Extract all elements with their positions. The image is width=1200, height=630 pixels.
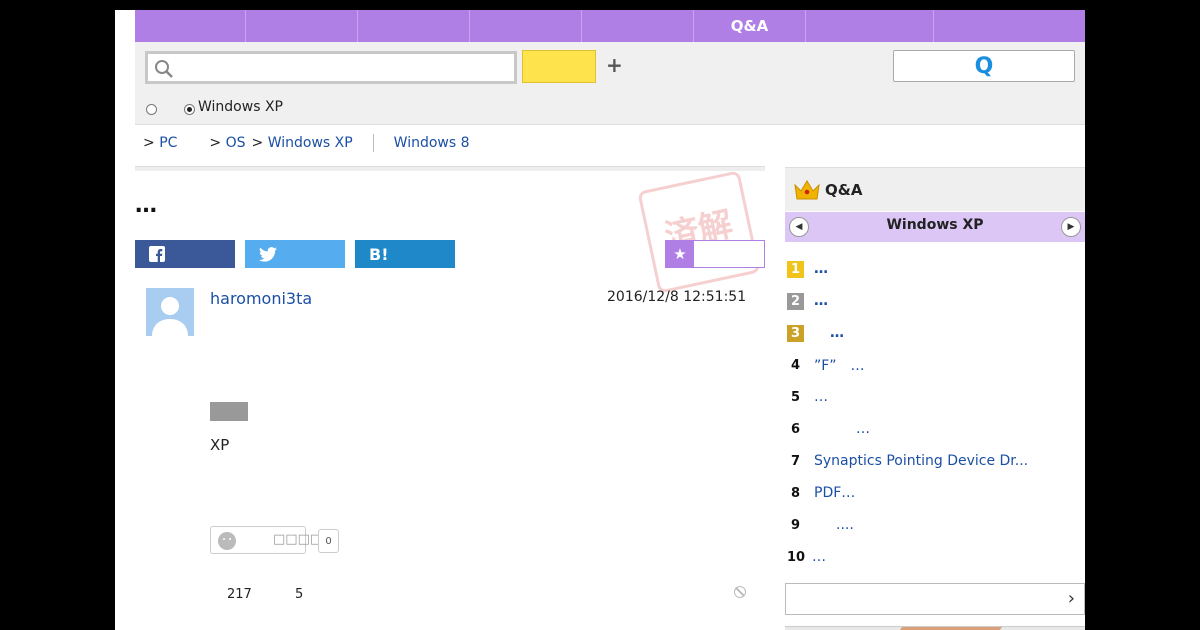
sidebar-ranking: Q&A Windows XP ◀ ▶ 1… 2… 3 … 4 ”F” … 5… 6… xyxy=(785,167,1085,630)
nav-item-qa[interactable]: Q&A xyxy=(694,10,806,42)
category-switcher: Windows XP ◀ ▶ xyxy=(785,212,1085,242)
ranking-link[interactable]: … xyxy=(812,549,826,565)
category-label: Windows XP xyxy=(886,217,984,233)
ranking-item[interactable]: 3 … xyxy=(785,321,1085,345)
facebook-share-button[interactable] xyxy=(135,240,235,268)
nav-item-3[interactable] xyxy=(358,10,470,42)
avatar[interactable] xyxy=(146,288,194,336)
breadcrumb-sep: > xyxy=(251,135,264,151)
facebook-icon xyxy=(149,246,165,262)
ranking-link[interactable]: Synaptics Pointing Device Dr... xyxy=(814,453,1028,469)
username-link[interactable]: haromoni3ta xyxy=(210,289,312,308)
search-scope-radio-winxp[interactable] xyxy=(184,104,195,115)
solved-stamp: 済解 xyxy=(637,170,761,294)
favorite-button[interactable]: ★ xyxy=(665,240,765,268)
ranking-item[interactable]: 10 … xyxy=(785,545,1085,569)
question-title: … xyxy=(135,193,157,218)
ranking-link[interactable]: … xyxy=(814,389,828,405)
breadcrumb-os[interactable]: OS xyxy=(226,135,246,151)
twitter-share-button[interactable] xyxy=(245,240,345,268)
breadcrumb: > PC > OS > Windows XP Windows 8 xyxy=(143,134,470,152)
ranking-link[interactable]: ”F” … xyxy=(814,355,865,375)
ad-banner[interactable] xyxy=(785,626,1085,630)
reaction-button[interactable]: □□□□ xyxy=(210,526,322,554)
sidebar-header: Q&A xyxy=(785,167,1085,211)
ranking-link[interactable]: … xyxy=(830,325,844,341)
chevron-right-icon: › xyxy=(1067,588,1075,609)
ranking-item[interactable]: 2… xyxy=(785,289,1085,313)
user-silhouette-icon xyxy=(152,297,188,336)
ranking-link[interactable]: PDF… xyxy=(814,485,855,501)
rank-number: 1 xyxy=(787,260,804,278)
nav-item-1[interactable] xyxy=(135,10,246,42)
reaction-label: □□□□ xyxy=(273,532,323,547)
breadcrumb-windows-xp[interactable]: Windows XP xyxy=(268,135,353,151)
prev-category-icon[interactable]: ◀ xyxy=(789,217,809,237)
nav-item-2[interactable] xyxy=(246,10,358,42)
question-body: XP xyxy=(210,436,230,454)
breadcrumb-divider xyxy=(372,134,374,152)
ranking-link[interactable]: .... xyxy=(836,517,854,533)
page: Q&A + Q Windows XP > PC > OS > Windows X… xyxy=(115,10,1085,630)
nav-item-7[interactable] xyxy=(806,10,934,42)
search-input[interactable] xyxy=(145,51,517,84)
main-divider xyxy=(135,166,765,171)
breadcrumb-sep: > xyxy=(143,135,155,151)
nav-item-4[interactable] xyxy=(470,10,582,42)
search-scope-radio-all[interactable] xyxy=(146,104,157,115)
next-category-icon[interactable]: ▶ xyxy=(1061,217,1081,237)
ranking-item[interactable]: 4 ”F” … xyxy=(785,353,1085,377)
rank-number: 9 xyxy=(790,517,801,533)
search-scope-label: Windows XP xyxy=(198,99,283,115)
reaction-count: 0 xyxy=(318,529,339,553)
question-button[interactable]: Q xyxy=(893,50,1075,82)
ranking-link[interactable]: … xyxy=(814,293,828,309)
nav-item-5[interactable] xyxy=(582,10,694,42)
ranking-item[interactable]: 7 Synaptics Pointing Device Dr... xyxy=(785,449,1085,473)
ranking-item[interactable]: 6 … xyxy=(785,417,1085,441)
more-ranking-button[interactable]: › xyxy=(785,583,1085,615)
twitter-icon xyxy=(259,246,277,262)
smiley-icon xyxy=(218,532,236,550)
rank-number: 7 xyxy=(790,453,801,469)
ranking-item[interactable]: 8 PDF… xyxy=(785,481,1085,505)
breadcrumb-pc[interactable]: PC xyxy=(159,135,177,151)
crown-icon xyxy=(794,180,820,200)
answer-count: 5 xyxy=(295,587,304,602)
search-icon xyxy=(155,60,173,78)
nav-item-8[interactable] xyxy=(934,10,1085,42)
report-icon[interactable] xyxy=(734,586,746,598)
rank-number: 5 xyxy=(790,389,801,405)
related-windows-8-link[interactable]: Windows 8 xyxy=(394,135,470,151)
hidden-content-bar xyxy=(210,402,248,421)
rank-number: 6 xyxy=(790,421,801,437)
rank-number: 10 xyxy=(786,549,806,565)
ranking-item[interactable]: 9 .... xyxy=(785,513,1085,537)
view-count: 217 xyxy=(227,587,252,602)
rank-number: 8 xyxy=(790,485,801,501)
ranking-item[interactable]: 5… xyxy=(785,385,1085,409)
star-icon: ★ xyxy=(666,241,694,267)
rank-number: 3 xyxy=(787,324,804,342)
rank-number: 2 xyxy=(787,292,804,310)
hatena-bookmark-button[interactable]: B! xyxy=(355,240,455,268)
breadcrumb-sep: > xyxy=(209,135,222,151)
sidebar-title: Q&A xyxy=(825,181,863,199)
ranking-item[interactable]: 1… xyxy=(785,257,1085,281)
search-area: + Q Windows XP xyxy=(135,42,1085,125)
ranking-link[interactable]: … xyxy=(814,261,828,277)
plus-icon[interactable]: + xyxy=(606,53,623,77)
rank-number: 4 xyxy=(790,357,801,373)
top-nav: Q&A xyxy=(135,10,1085,42)
search-button[interactable] xyxy=(522,50,596,83)
post-datetime: 2016/12/8 12:51:51 xyxy=(607,289,747,305)
ranking-link[interactable]: … xyxy=(856,421,870,437)
